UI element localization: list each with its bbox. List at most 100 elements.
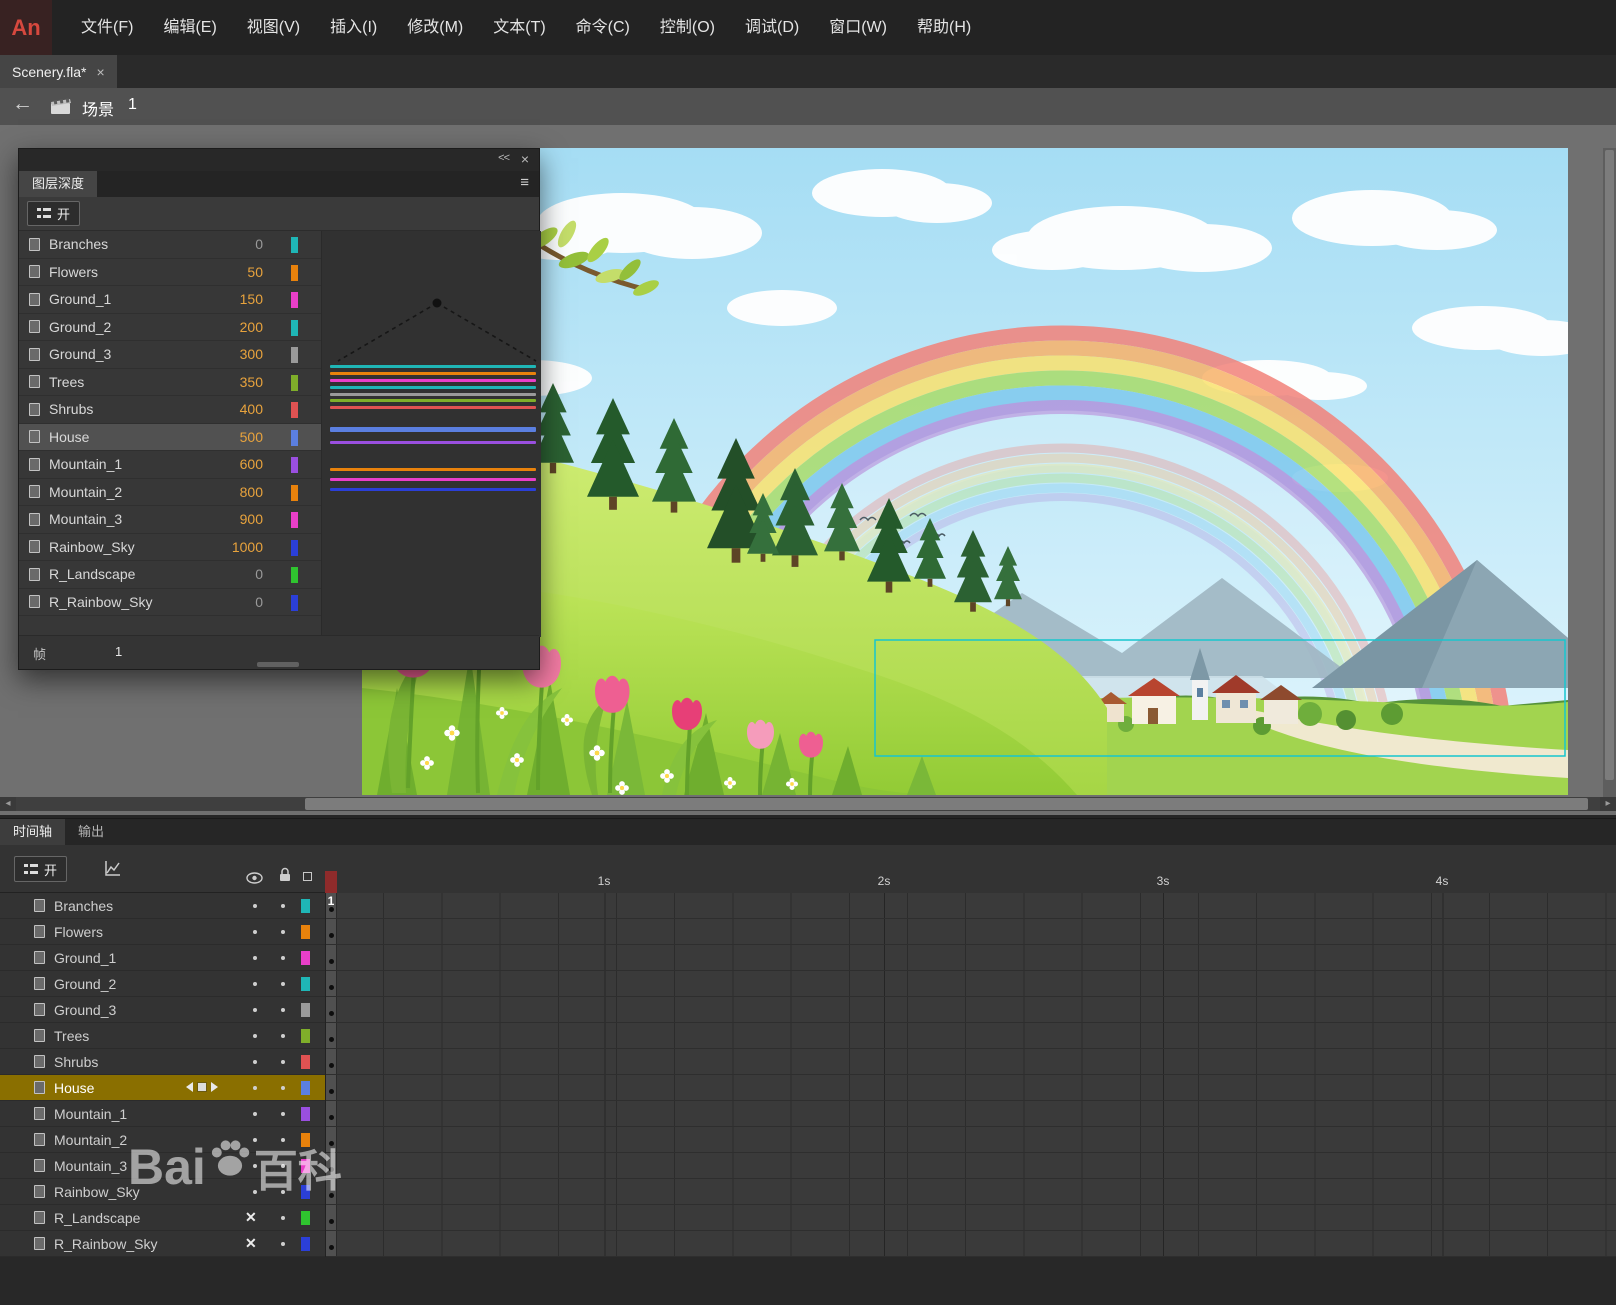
lock-dot[interactable]	[281, 1008, 285, 1012]
layer-color-swatch[interactable]	[301, 1185, 310, 1199]
visibility-dot[interactable]	[253, 1164, 257, 1168]
stage-canvas[interactable]	[362, 148, 1568, 795]
visibility-dot[interactable]	[253, 1190, 257, 1194]
frame-row[interactable]	[326, 893, 1616, 919]
keyframe-cell[interactable]	[326, 1179, 337, 1204]
outline-column-icon[interactable]	[303, 872, 312, 881]
frame-row[interactable]	[326, 1049, 1616, 1075]
timeline-layer-row[interactable]: Shrubs✕	[0, 1049, 325, 1075]
tab-timeline[interactable]: 时间轴	[0, 819, 65, 845]
frame-row[interactable]	[326, 1205, 1616, 1231]
horizontal-scrollbar[interactable]: ◂ ▸	[0, 797, 1616, 811]
timeline-layer-row[interactable]: Mountain_2✕	[0, 1127, 325, 1153]
depth-layer-row[interactable]: Ground_1150	[19, 286, 321, 314]
frame-row[interactable]	[326, 1101, 1616, 1127]
layer-color-swatch[interactable]	[301, 951, 310, 965]
visibility-dot[interactable]	[253, 1060, 257, 1064]
lock-dot[interactable]	[281, 1242, 285, 1246]
lock-dot[interactable]	[281, 1060, 285, 1064]
keyframe-cell[interactable]	[326, 997, 337, 1022]
depth-layer-row[interactable]: House500	[19, 424, 321, 452]
depth-layer-row[interactable]: Rainbow_Sky1000	[19, 534, 321, 562]
menu-modify[interactable]: 修改(M)	[392, 0, 478, 55]
menu-file[interactable]: 文件(F)	[66, 0, 148, 55]
layer-color-swatch[interactable]	[301, 1003, 310, 1017]
back-arrow-icon[interactable]: ←	[12, 92, 33, 116]
layer-color-swatch[interactable]	[291, 485, 298, 501]
panel-close-icon[interactable]: ×	[521, 151, 529, 167]
lock-dot[interactable]	[281, 1112, 285, 1116]
lock-dot[interactable]	[281, 1190, 285, 1194]
menu-edit[interactable]: 编辑(E)	[148, 0, 231, 55]
timeline-depth-toggle-button[interactable]: 开	[14, 856, 67, 882]
next-marker-icon[interactable]	[211, 1082, 218, 1092]
keyframe-cell[interactable]	[326, 1075, 337, 1100]
layer-color-swatch[interactable]	[301, 1133, 310, 1147]
lock-dot[interactable]	[281, 1216, 285, 1220]
layer-depth-value[interactable]: 400	[191, 401, 263, 417]
layer-color-swatch[interactable]	[301, 899, 310, 913]
depth-layer-row[interactable]: Mountain_3900	[19, 506, 321, 534]
layer-color-swatch[interactable]	[291, 375, 298, 391]
layer-depth-value[interactable]: 600	[191, 456, 263, 472]
hidden-x-icon[interactable]: ✕	[245, 1235, 257, 1252]
frame-row[interactable]	[326, 919, 1616, 945]
visibility-column-eye-icon[interactable]	[246, 871, 263, 889]
tab-close-icon[interactable]: ×	[96, 64, 104, 80]
layer-color-swatch[interactable]	[291, 347, 298, 363]
layer-color-swatch[interactable]	[301, 1029, 310, 1043]
panel-menu-icon[interactable]: ≡	[520, 174, 529, 191]
timeline-layer-row[interactable]: Flowers✕	[0, 919, 325, 945]
depth-visualization[interactable]	[321, 231, 541, 637]
layer-color-swatch[interactable]	[301, 1055, 310, 1069]
layer-depth-value[interactable]: 150	[191, 291, 263, 307]
frame-value[interactable]: 1	[115, 644, 122, 659]
lock-dot[interactable]	[281, 930, 285, 934]
document-tab[interactable]: Scenery.fla* ×	[0, 55, 117, 88]
layer-color-swatch[interactable]	[301, 1211, 310, 1225]
frame-row[interactable]	[326, 1023, 1616, 1049]
layer-color-swatch[interactable]	[301, 977, 310, 991]
keyframe-cell[interactable]	[326, 1101, 337, 1126]
timeline-layer-row[interactable]: Mountain_3✕	[0, 1153, 325, 1179]
keyframe-cell[interactable]	[326, 1153, 337, 1178]
tab-output[interactable]: 输出	[65, 819, 117, 845]
depth-layer-row[interactable]: Mountain_1600	[19, 451, 321, 479]
lock-dot[interactable]	[281, 1164, 285, 1168]
menu-debug[interactable]: 调试(D)	[730, 0, 814, 55]
panel-header[interactable]: << ×	[19, 149, 539, 171]
depth-layer-row[interactable]: Mountain_2800	[19, 479, 321, 507]
layer-color-swatch[interactable]	[291, 430, 298, 446]
visibility-dot[interactable]	[253, 930, 257, 934]
layer-color-swatch[interactable]	[291, 292, 298, 308]
layer-depth-value[interactable]: 800	[191, 484, 263, 500]
lock-dot[interactable]	[281, 904, 285, 908]
layer-color-swatch[interactable]	[301, 1081, 310, 1095]
layer-color-swatch[interactable]	[291, 402, 298, 418]
layer-depth-value[interactable]: 0	[191, 566, 263, 582]
timeline-layer-row[interactable]: Mountain_1✕	[0, 1101, 325, 1127]
lock-dot[interactable]	[281, 1138, 285, 1142]
timeline-layer-row[interactable]: Branches✕	[0, 893, 325, 919]
panel-collapse-icon[interactable]: <<	[498, 152, 509, 164]
keyframe-cell[interactable]	[326, 1205, 337, 1230]
keyframe-cell[interactable]	[326, 1231, 337, 1256]
marker-box-icon[interactable]	[197, 1082, 207, 1092]
layer-depth-value[interactable]: 300	[191, 346, 263, 362]
keyframe-cell[interactable]	[326, 971, 337, 996]
layer-color-swatch[interactable]	[301, 1107, 310, 1121]
vertical-scroll-thumb[interactable]	[1605, 150, 1614, 780]
layer-color-swatch[interactable]	[291, 567, 298, 583]
scroll-right-icon[interactable]: ▸	[1600, 797, 1616, 811]
panel-tab-layer-depth[interactable]: 图层深度	[19, 171, 97, 197]
visibility-dot[interactable]	[253, 1034, 257, 1038]
menu-commands[interactable]: 命令(C)	[561, 0, 645, 55]
keyframe-cell[interactable]	[326, 1127, 337, 1152]
timeline-layer-row[interactable]: Trees✕	[0, 1023, 325, 1049]
layer-depth-value[interactable]: 0	[191, 594, 263, 610]
depth-layer-row[interactable]: Trees350	[19, 369, 321, 397]
visibility-dot[interactable]	[253, 982, 257, 986]
depth-layer-row[interactable]: R_Landscape0	[19, 561, 321, 589]
layer-depth-value[interactable]: 50	[191, 264, 263, 280]
layer-color-swatch[interactable]	[301, 1159, 310, 1173]
